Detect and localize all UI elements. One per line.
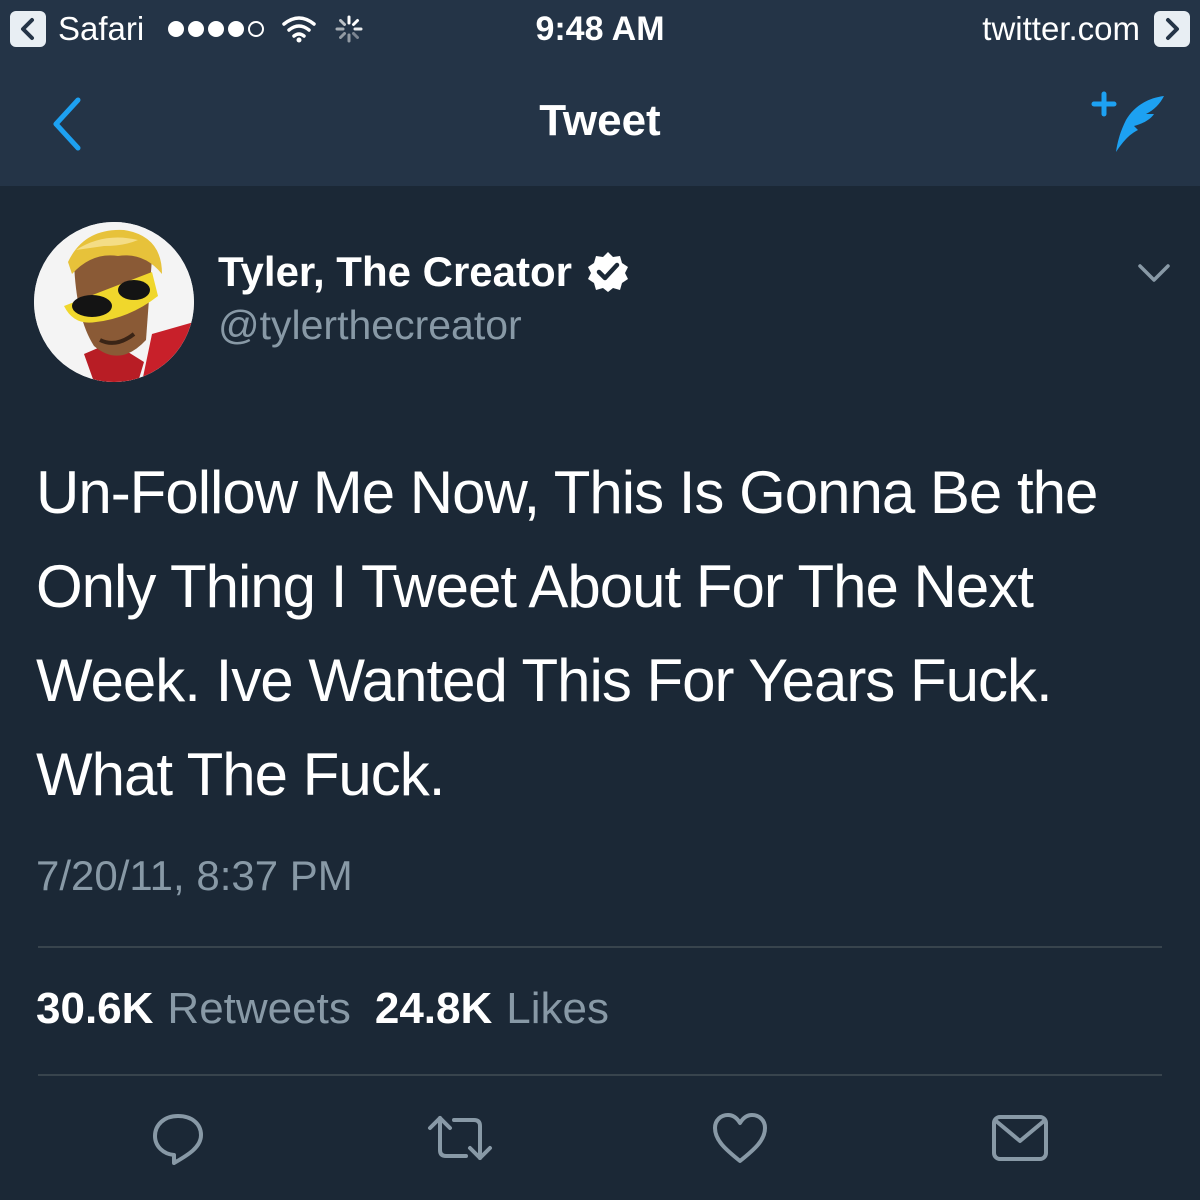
status-right: twitter.com (970, 10, 1190, 48)
site-label: twitter.com (982, 10, 1140, 47)
retweet-button[interactable] (426, 1108, 494, 1168)
likes-count[interactable]: 24.8K (375, 984, 492, 1034)
like-button[interactable] (710, 1108, 770, 1168)
reply-button[interactable] (148, 1108, 208, 1168)
divider (38, 1074, 1162, 1076)
compose-tweet-icon[interactable] (1090, 90, 1170, 156)
top-header: Safari 9:48 AM twitter.com Tweet (0, 0, 1200, 186)
tweet-text: Un-Follow Me Now, This Is Gonna Be the O… (36, 459, 1098, 808)
message-button[interactable] (990, 1108, 1050, 1168)
likes-label[interactable]: Likes (506, 984, 609, 1034)
message-icon (992, 1115, 1048, 1161)
chevron-down-icon[interactable] (1134, 258, 1174, 288)
like-icon (713, 1113, 767, 1163)
avatar[interactable] (34, 222, 194, 382)
author-name-row: Tyler, The Creator (218, 244, 630, 300)
reply-icon (153, 1114, 203, 1165)
status-bar: Safari 9:48 AM twitter.com (0, 0, 1200, 60)
chevron-right-icon (1166, 18, 1179, 40)
engagement-stats: 30.6K Retweets 24.8K Likes (36, 984, 633, 1034)
retweet-icon (428, 1116, 492, 1160)
verified-badge-icon (588, 252, 629, 292)
author-handle[interactable]: @tylerthecreator (218, 302, 522, 349)
tweet-timestamp: 7/20/11, 8:37 PM (36, 852, 353, 899)
divider (38, 946, 1162, 948)
retweets-count[interactable]: 30.6K (36, 984, 153, 1034)
open-site-button[interactable] (1154, 11, 1190, 47)
retweets-label[interactable]: Retweets (167, 984, 350, 1034)
display-name[interactable]: Tyler, The Creator (218, 248, 572, 296)
page-title: Tweet (539, 96, 661, 145)
profile-photo (34, 222, 194, 382)
